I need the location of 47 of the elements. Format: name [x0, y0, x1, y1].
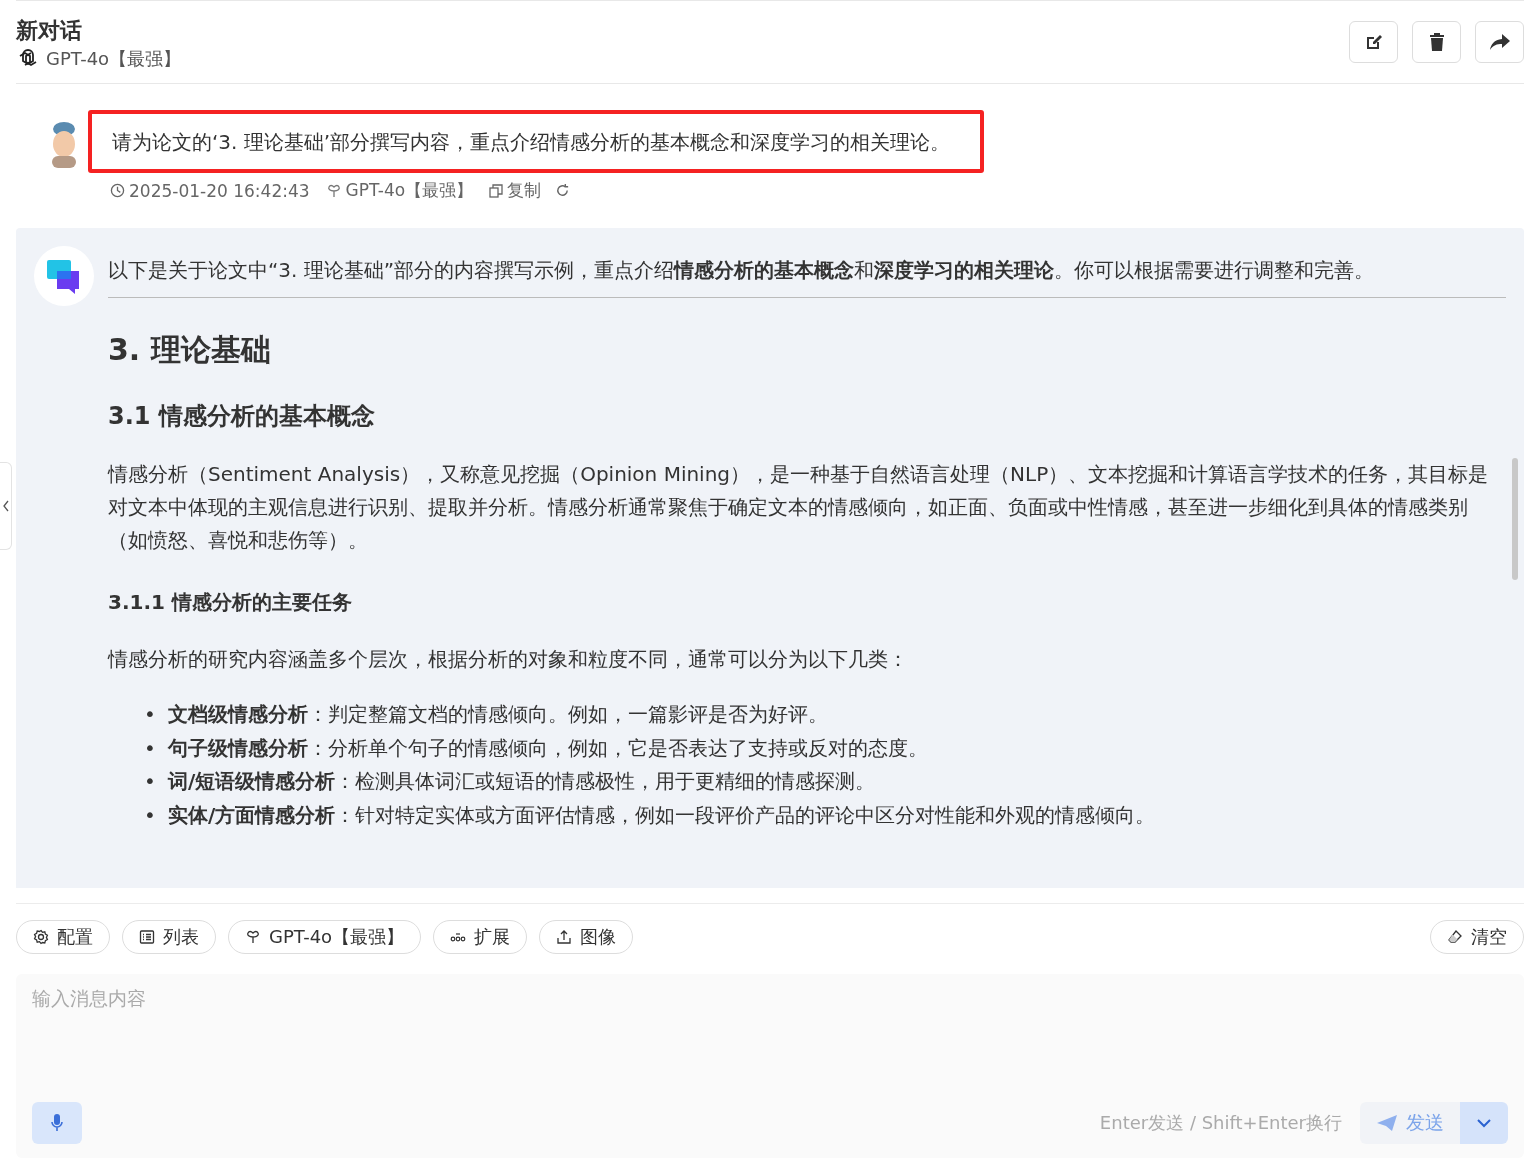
sidebar-toggle-handle[interactable] — [0, 462, 12, 550]
message-model: GPT-4o【最强】 — [345, 179, 474, 202]
chevron-down-icon — [1476, 1118, 1492, 1128]
bullet: • — [144, 768, 156, 795]
paragraph: 情感分析的研究内容涵盖多个层次，根据分析的对象和粒度不同，通常可以分为以下几类： — [108, 646, 909, 673]
list-item: 实体/方面情感分析：针对特定实体或方面评估情感，例如一段评价产品的评论中区分对性能和外观的情感倾向。 — [168, 801, 1156, 829]
model-select-button[interactable]: GPT-4o【最强】 — [228, 920, 422, 954]
section-heading: 3. 理论基础 — [108, 331, 272, 369]
settings-button[interactable]: 配置 — [16, 920, 110, 954]
edit-button[interactable] — [1349, 21, 1398, 63]
subsection-heading: 3.1 情感分析的基本概念 — [108, 401, 376, 432]
clear-button[interactable]: 清空 — [1430, 920, 1524, 954]
share-icon — [1488, 33, 1511, 51]
trash-icon — [1427, 32, 1446, 52]
clock-icon — [110, 183, 125, 198]
list-button[interactable]: 列表 — [122, 920, 216, 954]
image-button[interactable]: 图像 — [539, 920, 634, 954]
model-name: GPT-4o【最强】 — [46, 47, 182, 71]
user-message-text: 请为论文的‘3. 理论基础’部分撰写内容，重点介绍情感分析的基本概念和深度学习的相关理论。 — [88, 110, 985, 173]
assistant-intro-text: 以下是关于论文中“3. 理论基础”部分的内容撰写示例，重点介绍情感分析的基本概念和深度学习的相关理论。你可以根据需要进行调整和完善。 — [108, 246, 1506, 298]
chat-title: 新对话 — [16, 17, 83, 45]
subsubsection-heading: 3.1.1 情感分析的主要任务 — [108, 589, 353, 616]
microphone-icon — [50, 1113, 64, 1133]
shortcut-hint: Enter发送 / Shift+Enter换行 — [1099, 1111, 1342, 1135]
delete-button[interactable] — [1412, 21, 1461, 63]
message-time: 2025-01-20 16:42:43 — [129, 180, 310, 201]
settings-icon — [33, 929, 49, 945]
eraser-icon — [1447, 929, 1463, 945]
copy-icon — [489, 183, 504, 198]
scrollbar-thumb[interactable] — [1512, 458, 1518, 580]
upload-icon — [556, 929, 573, 945]
list-icon — [139, 929, 155, 945]
bullet: • — [144, 801, 156, 829]
list-item: 词/短语级情感分析：检测具体词汇或短语的情感极性，用于更精细的情感探测。 — [168, 768, 876, 795]
list-item: 文档级情感分析：判定整篇文档的情感倾向。例如，一篇影评是否为好评。 — [168, 701, 828, 728]
bullet: • — [144, 701, 156, 728]
share-button[interactable] — [1475, 21, 1524, 63]
list-item: 句子级情感分析：分析单个句子的情感倾向，例如，它是否表达了支持或反对的态度。 — [168, 734, 928, 762]
paragraph: 情感分析（Sentiment Analysis），又称意见挖掘（Opinion Mining），是一种基于自然语言处理（NLP）、文本挖掘和计算语言学技术的任务，其目标是对文本中体现的主观信息进行识别、提取并分析。情感分析通常聚焦于确定文本的情感倾向，如正面、负面或中性情感，甚至进一步细化到具体的情感类别（如愤怒、喜悦和悲伤等）。 — [108, 461, 1490, 554]
chevron-left-icon — [2, 500, 9, 512]
microphone-button[interactable] — [32, 1102, 82, 1144]
bullet: • — [144, 734, 156, 762]
regenerate-button[interactable] — [555, 183, 571, 198]
refresh-icon — [555, 183, 571, 198]
copy-button[interactable]: 复制 — [489, 179, 542, 202]
paper-plane-icon — [1376, 1114, 1398, 1132]
extension-button[interactable]: 扩展 — [433, 920, 528, 954]
